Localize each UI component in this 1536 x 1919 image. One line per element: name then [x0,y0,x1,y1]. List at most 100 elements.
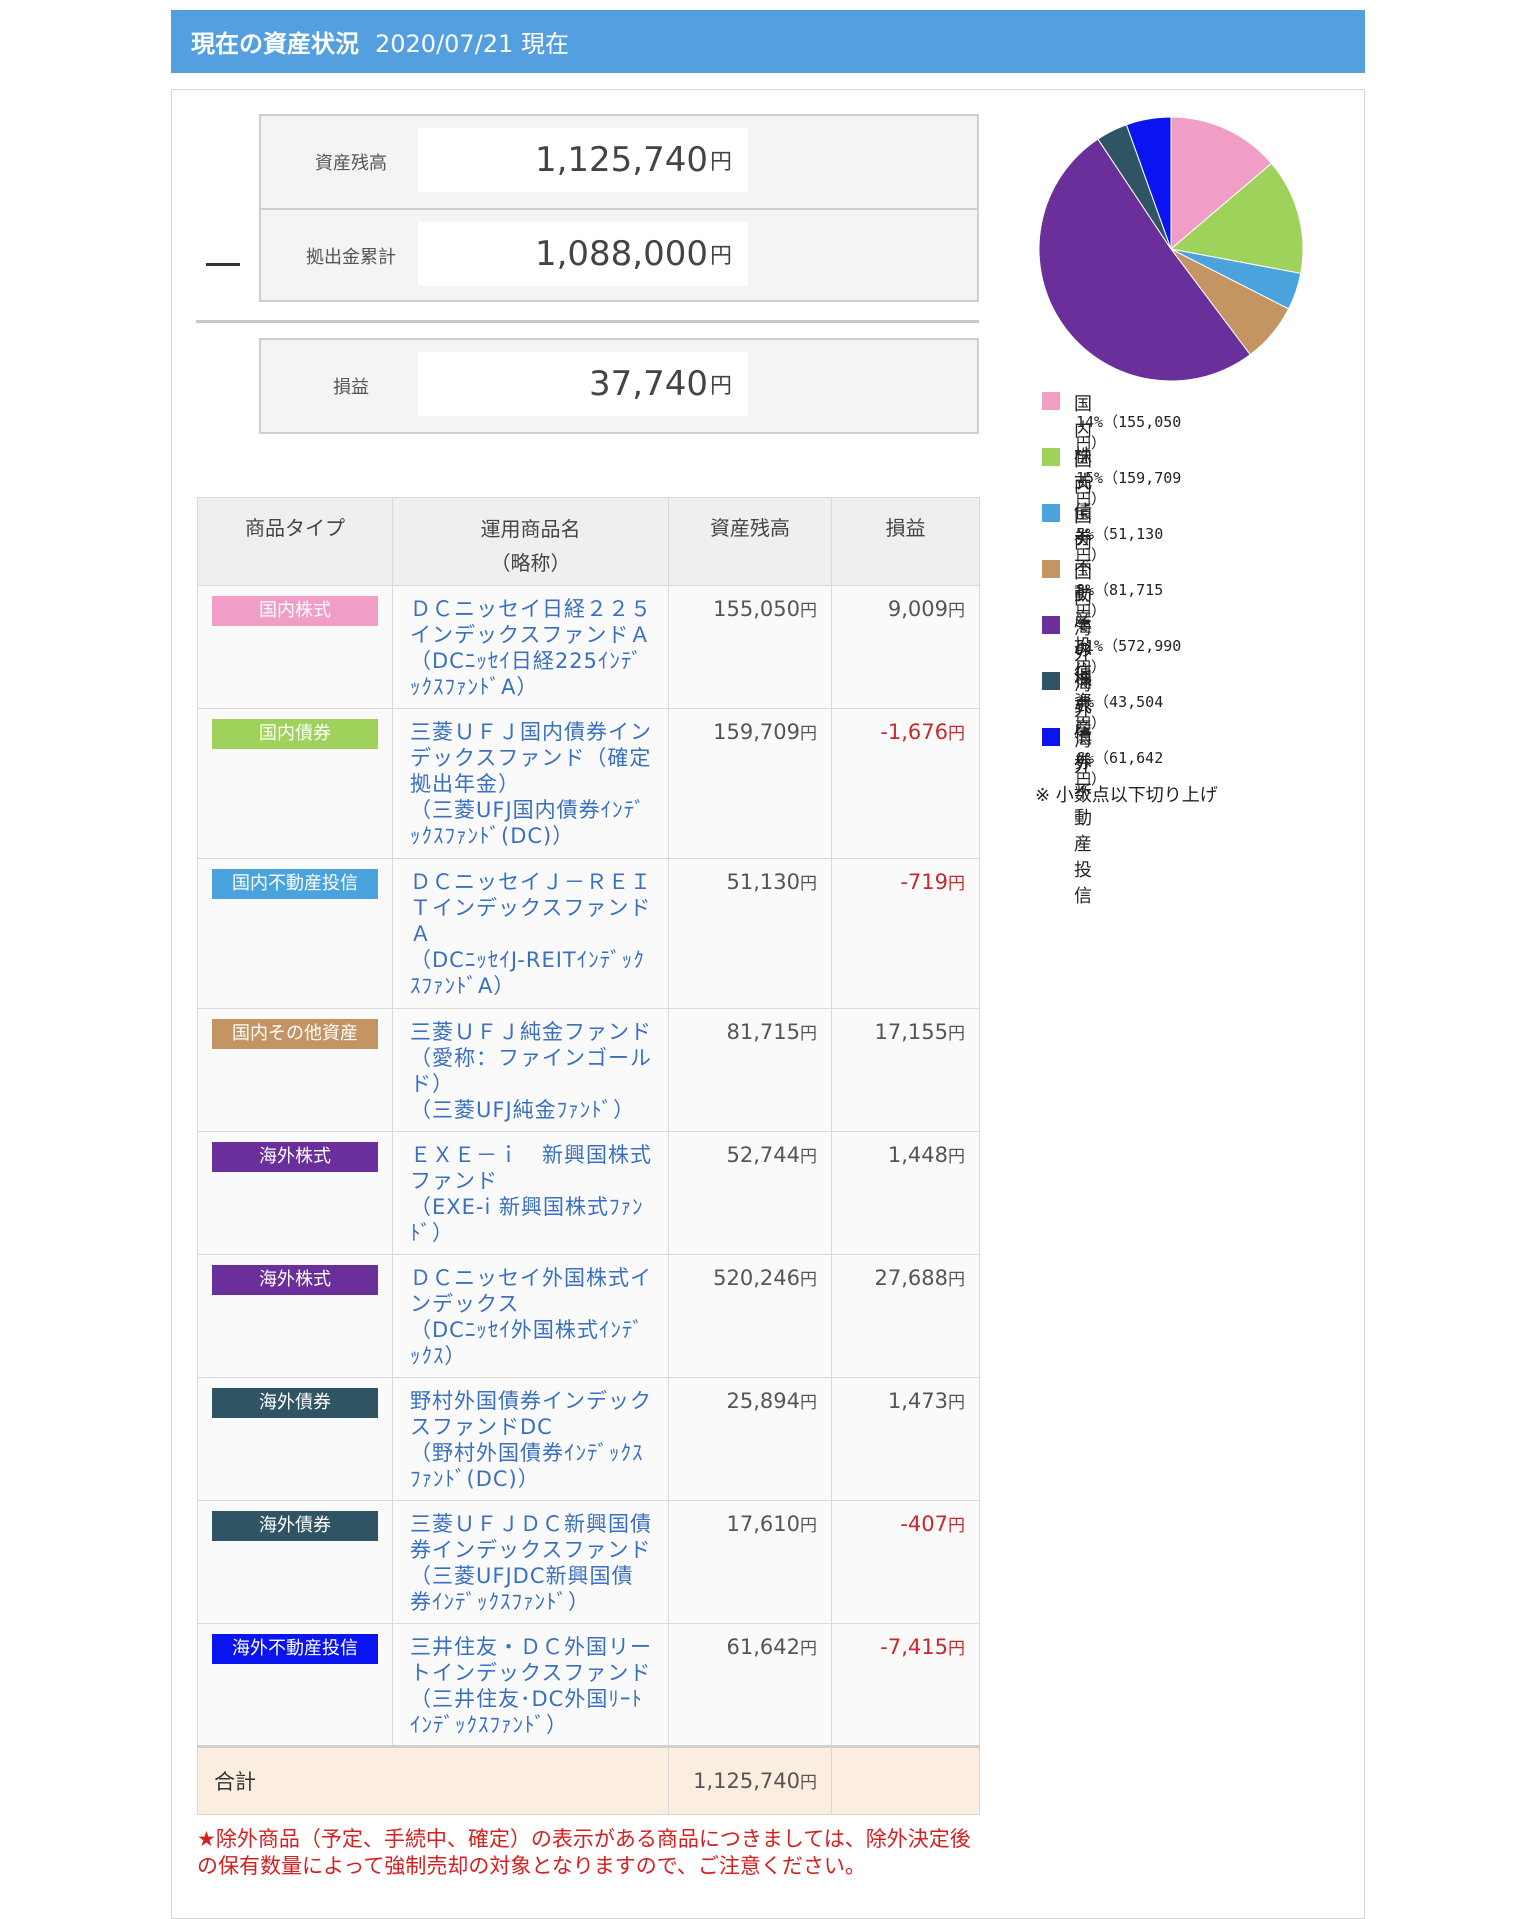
fund-balance: 52,744円 [668,1131,832,1255]
header-balance: 資産残高 [668,497,832,586]
fund-row: 国内不動産投信 ＤＣニッセイＪ－ＲＥＩＴインデックスファンドＡ （DCﾆｯｾｲJ-R… [197,858,980,1009]
table-header-row: 商品タイプ 運用商品名 （略称） 資産残高 損益 [197,497,980,586]
page-header: 現在の資産状況 2020/07/21 現在 [171,10,1365,73]
fund-abbreviation: （DCﾆｯｾｲJ-REITｲﾝﾃﾞｯｸｽﾌｧﾝﾄﾞA） [410,948,645,998]
fund-name-link[interactable]: ＤＣニッセイ外国株式インデックス [410,1266,652,1316]
fund-profit: 9,009円 [831,585,980,709]
total-value: 1,125,740円 [668,1745,832,1815]
fund-profit: 1,473円 [831,1377,980,1501]
fund-row: 海外不動産投信 三井住友・ＤＣ外国リートインデックスファンド （三井住友･DC外国ﾘ… [197,1623,980,1747]
fund-type-badge: 海外不動産投信 [212,1634,378,1664]
fund-type-cell: 海外株式 [197,1254,393,1378]
contribution-label: 拠出金累計 [306,247,396,268]
fund-type-badge: 国内株式 [212,596,378,626]
legend-swatch [1042,672,1060,690]
fund-balance: 155,050円 [668,585,832,709]
fund-balance: 51,130円 [668,858,832,1009]
fund-name-cell: ＤＣニッセイＪ－ＲＥＩＴインデックスファンドＡ （DCﾆｯｾｲJ-REITｲﾝﾃﾞ… [392,858,669,1009]
allocation-pie-chart [1038,116,1304,382]
fund-name-link[interactable]: ＤＣニッセイ日経２２５インデックスファンドＡ [410,597,652,647]
legend-swatch [1042,616,1060,634]
fund-name-cell: 野村外国債券インデックスファンドDC （野村外国債券ｲﾝﾃﾞｯｸｽﾌｧﾝﾄﾞ(DC… [392,1377,669,1501]
header-name: 運用商品名 （略称） [392,497,669,586]
total-row: 合計 1,125,740円 [197,1745,980,1815]
fund-type-badge: 海外株式 [212,1265,378,1295]
fund-type-badge: 国内債券 [212,719,378,749]
legend-swatch [1042,392,1060,410]
legend-swatch [1042,504,1060,522]
fund-profit: 17,155円 [831,1008,980,1132]
fund-type-cell: 海外株式 [197,1131,393,1255]
fund-type-badge: 海外債券 [212,1388,378,1418]
fund-type-badge: 海外株式 [212,1142,378,1172]
fund-name-link[interactable]: ＤＣニッセイＪ－ＲＥＩＴインデックスファンドＡ [410,870,652,946]
fund-name-cell: ＤＣニッセイ日経２２５インデックスファンドＡ （DCﾆｯｾｲ日経225ｲﾝﾃﾞｯｸ… [392,585,669,709]
balance-value: 1,125,740 円 [418,128,748,192]
summary-divider [196,320,979,323]
fund-abbreviation: （三井住友･DC外国ﾘｰﾄｲﾝﾃﾞｯｸｽﾌｧﾝﾄﾞ） [410,1687,643,1737]
fund-row: 国内債券 三菱ＵＦＪ国内債券インデックスファンド（確定拠出年金） （三菱UFJ国内債… [197,708,980,859]
header-type: 商品タイプ [197,497,393,586]
fund-type-cell: 海外債券 [197,1500,393,1624]
fund-abbreviation: （DCﾆｯｾｲ日経225ｲﾝﾃﾞｯｸｽﾌｧﾝﾄﾞA） [410,649,643,699]
fund-type-cell: 国内株式 [197,585,393,709]
fund-name-link[interactable]: ＥＸＥ－ｉ 新興国株式ファンド [410,1143,652,1193]
fund-row: 国内その他資産 三菱ＵＦＪ純金ファンド（愛称：ファインゴールド） （三菱UFJ純金ﾌ… [197,1008,980,1132]
fund-abbreviation: （三菱UFJDC新興国債券ｲﾝﾃﾞｯｸｽﾌｧﾝﾄﾞ） [410,1564,634,1614]
fund-abbreviation: （三菱UFJ純金ﾌｧﾝﾄﾞ） [410,1098,636,1122]
exclusion-note: ★除外商品（予定、手続中、確定）の表示がある商品につきましては、除外決定後の保有… [197,1827,971,1878]
fund-row: 海外債券 野村外国債券インデックスファンドDC （野村外国債券ｲﾝﾃﾞｯｸｽﾌｧﾝﾄ… [197,1377,980,1501]
profit-row: 損益 37,740 円 [261,340,977,432]
fund-profit: -719円 [831,858,980,1009]
fund-type-cell: 国内不動産投信 [197,858,393,1009]
fund-name-cell: 三菱ＵＦＪ国内債券インデックスファンド（確定拠出年金） （三菱UFJ国内債券ｲﾝﾃ… [392,708,669,859]
fund-type-cell: 国内債券 [197,708,393,859]
fund-type-badge: 国内その他資産 [212,1019,378,1049]
fund-balance: 17,610円 [668,1500,832,1624]
page-title: 現在の資産状況 [191,30,359,58]
balance-row: 資産残高 1,125,740 円 [261,116,977,208]
legend-swatch [1042,560,1060,578]
fund-type-cell: 国内その他資産 [197,1008,393,1132]
fund-profit: 1,448円 [831,1131,980,1255]
fund-profit: -1,676円 [831,708,980,859]
fund-name-link[interactable]: 野村外国債券インデックスファンドDC [410,1389,652,1439]
rounding-note: ※ 小数点以下切り上げ [1035,785,1218,806]
minus-sign [206,263,240,266]
fund-name-link[interactable]: 三菱ＵＦＪ国内債券インデックスファンド（確定拠出年金） [410,720,652,796]
total-profit-empty [831,1745,980,1815]
legend-swatch [1042,728,1060,746]
fund-name-cell: ＥＸＥ－ｉ 新興国株式ファンド （EXE-i 新興国株式ﾌｧﾝﾄﾞ） [392,1131,669,1255]
fund-name-link[interactable]: 三菱ＵＦＪＤＣ新興国債券インデックスファンド [410,1512,652,1562]
fund-balance: 159,709円 [668,708,832,859]
profit-label: 損益 [333,377,369,398]
summary-box-profit: 損益 37,740 円 [259,338,979,434]
fund-table: 商品タイプ 運用商品名 （略称） 資産残高 損益 国内株式 ＤＣニッセイ日経２２５イ… [197,497,980,1815]
contribution-row: 拠出金累計 1,088,000 円 [261,210,977,302]
summary-box-top: 資産残高 1,125,740 円 拠出金累計 1,088,000 円 [259,114,979,302]
balance-label: 資産残高 [315,153,387,174]
fund-abbreviation: （野村外国債券ｲﾝﾃﾞｯｸｽﾌｧﾝﾄﾞ(DC)） [410,1441,644,1491]
fund-profit: -407円 [831,1500,980,1624]
fund-profit: 27,688円 [831,1254,980,1378]
fund-type-badge: 国内不動産投信 [212,869,378,899]
fund-name-cell: 三菱ＵＦＪ純金ファンド（愛称：ファインゴールド） （三菱UFJ純金ﾌｧﾝﾄﾞ） [392,1008,669,1132]
fund-name-cell: ＤＣニッセイ外国株式インデックス （DCﾆｯｾｲ外国株式ｲﾝﾃﾞｯｸｽ） [392,1254,669,1378]
fund-abbreviation: （EXE-i 新興国株式ﾌｧﾝﾄﾞ） [410,1195,644,1245]
fund-profit: -7,415円 [831,1623,980,1747]
fund-balance: 520,246円 [668,1254,832,1378]
fund-abbreviation: （三菱UFJ国内債券ｲﾝﾃﾞｯｸｽﾌｧﾝﾄﾞ(DC)） [410,798,646,848]
fund-row: 海外株式 ＤＣニッセイ外国株式インデックス （DCﾆｯｾｲ外国株式ｲﾝﾃﾞｯｸｽ） 5… [197,1254,980,1378]
fund-type-cell: 海外債券 [197,1377,393,1501]
fund-balance: 81,715円 [668,1008,832,1132]
profit-value: 37,740 円 [418,352,748,416]
fund-row: 国内株式 ＤＣニッセイ日経２２５インデックスファンドＡ （DCﾆｯｾｲ日経225ｲﾝ… [197,585,980,709]
as-of-date: 2020/07/21 現在 [375,30,569,58]
fund-name-link[interactable]: 三菱ＵＦＪ純金ファンド（愛称：ファインゴールド） [410,1020,652,1096]
fund-type-cell: 海外不動産投信 [197,1623,393,1747]
fund-balance: 61,642円 [668,1623,832,1747]
fund-row: 海外債券 三菱ＵＦＪＤＣ新興国債券インデックスファンド （三菱UFJDC新興国債券ｲ… [197,1500,980,1624]
fund-name-cell: 三菱ＵＦＪＤＣ新興国債券インデックスファンド （三菱UFJDC新興国債券ｲﾝﾃﾞｯ… [392,1500,669,1624]
fund-abbreviation: （DCﾆｯｾｲ外国株式ｲﾝﾃﾞｯｸｽ） [410,1318,644,1368]
fund-name-link[interactable]: 三井住友・ＤＣ外国リートインデックスファンド [410,1635,652,1685]
